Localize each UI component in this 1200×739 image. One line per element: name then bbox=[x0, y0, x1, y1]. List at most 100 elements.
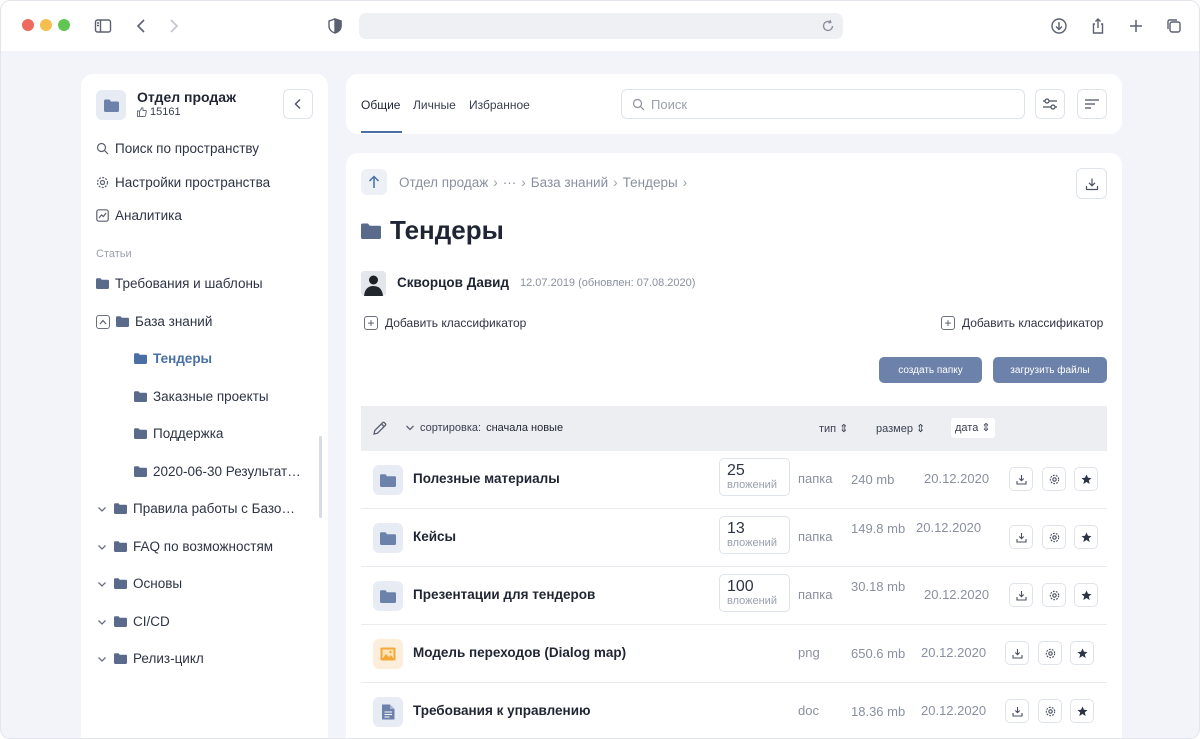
sidebar-scrollbar[interactable] bbox=[319, 436, 322, 518]
sort-menu-button[interactable] bbox=[1077, 89, 1107, 119]
row-favorite-button[interactable] bbox=[1070, 641, 1094, 665]
attachments-number: 13 bbox=[727, 520, 745, 537]
new-tab-icon[interactable] bbox=[1124, 14, 1148, 38]
create-folder-button[interactable]: создать папку bbox=[879, 357, 982, 383]
tab-personal[interactable]: Личные bbox=[413, 98, 456, 112]
search-input[interactable] bbox=[651, 95, 1011, 113]
attachments-label: вложений bbox=[727, 537, 777, 549]
zoom-window-button[interactable] bbox=[58, 19, 70, 31]
chevron-down-icon[interactable] bbox=[96, 541, 108, 553]
row-settings-button[interactable] bbox=[1042, 467, 1066, 491]
star-icon bbox=[1077, 648, 1087, 658]
author-name[interactable]: Скворцов Давид bbox=[397, 275, 509, 290]
nav-analytics[interactable]: Аналитика bbox=[96, 208, 182, 223]
breadcrumb-item[interactable]: Тендеры bbox=[623, 175, 678, 190]
row-name[interactable]: Кейсы bbox=[413, 529, 456, 544]
tab-general[interactable]: Общие bbox=[361, 98, 400, 112]
row-download-button[interactable] bbox=[1005, 641, 1029, 665]
download-folder-button[interactable] bbox=[1076, 168, 1107, 199]
tree-item-kb-rules[interactable]: Правила работы с Базой знаний bbox=[96, 501, 301, 516]
upload-files-button[interactable]: загрузить файлы bbox=[993, 357, 1107, 383]
tree-item-basics[interactable]: Основы bbox=[96, 576, 182, 591]
row-favorite-button[interactable] bbox=[1074, 525, 1098, 549]
sidebar-toggle-icon[interactable] bbox=[91, 14, 115, 38]
nav-search-space[interactable]: Поиск по пространству bbox=[96, 141, 259, 156]
up-level-button[interactable] bbox=[361, 169, 387, 195]
minimize-window-button[interactable] bbox=[40, 19, 52, 31]
tree-item-release-cycle[interactable]: Релиз-цикл bbox=[96, 651, 204, 666]
breadcrumb-item[interactable]: Отдел продаж bbox=[399, 175, 488, 190]
tree-item-label: База знаний bbox=[135, 314, 213, 329]
search-icon bbox=[96, 142, 109, 155]
tree-item-faq[interactable]: FAQ по возможностям bbox=[96, 539, 273, 554]
table-row[interactable]: Полезные материалы 25 вложений папка 240 … bbox=[361, 451, 1107, 509]
edit-pencil-icon[interactable] bbox=[371, 420, 388, 437]
breadcrumb: Отдел продаж › ··· › База знаний › Тендеры › bbox=[399, 175, 687, 190]
tree-item-custom-projects[interactable]: Заказные проекты bbox=[134, 389, 269, 404]
chevron-down-icon[interactable] bbox=[96, 653, 108, 665]
avatar[interactable] bbox=[361, 271, 386, 296]
row-download-button[interactable] bbox=[1009, 583, 1033, 607]
row-name[interactable]: Презентации для тендеров bbox=[413, 587, 595, 602]
table-row[interactable]: Кейсы 13 вложений папка 149.8 mb 20.12.20… bbox=[361, 509, 1107, 567]
breadcrumb-item[interactable]: ··· bbox=[503, 175, 517, 190]
table-row[interactable]: Модель переходов (Dialog map) png 650.6 … bbox=[361, 625, 1107, 683]
chevron-down-icon[interactable] bbox=[96, 616, 108, 628]
column-header-size[interactable]: размер ⇕ bbox=[876, 422, 925, 435]
chevron-down-icon[interactable] bbox=[96, 503, 108, 515]
chevron-up-icon[interactable] bbox=[96, 314, 110, 329]
row-settings-button[interactable] bbox=[1038, 699, 1062, 723]
row-settings-button[interactable] bbox=[1042, 525, 1066, 549]
share-icon[interactable] bbox=[1086, 14, 1110, 38]
close-window-button[interactable] bbox=[22, 19, 34, 31]
tree-item-label: Заказные проекты bbox=[153, 389, 269, 404]
add-classifier-left[interactable]: + Добавить классификатор bbox=[364, 316, 526, 330]
tree-item-tenders[interactable]: Тендеры bbox=[134, 351, 212, 366]
column-header-type[interactable]: тип ⇕ bbox=[819, 422, 848, 435]
chevron-down-icon[interactable] bbox=[96, 578, 108, 590]
back-icon[interactable] bbox=[130, 14, 154, 38]
tabs-overview-icon[interactable] bbox=[1162, 14, 1186, 38]
tree-item-knowledge-base[interactable]: База знаний bbox=[96, 314, 212, 329]
forward-icon[interactable] bbox=[161, 14, 185, 38]
tree-item-support[interactable]: Поддержка bbox=[134, 426, 223, 441]
search-icon bbox=[632, 98, 645, 111]
sort-selector[interactable]: сортировка: сначала новые bbox=[405, 422, 563, 434]
row-name[interactable]: Требования к управлению bbox=[413, 703, 591, 718]
row-download-button[interactable] bbox=[1005, 699, 1029, 723]
add-classifier-right[interactable]: + Добавить классификатор bbox=[941, 316, 1103, 330]
address-bar[interactable] bbox=[359, 13, 843, 39]
tree-item-label: Основы bbox=[133, 576, 183, 591]
filter-button[interactable] bbox=[1035, 89, 1065, 119]
tree-item-requirements[interactable]: Требования и шаблоны bbox=[96, 276, 263, 291]
search-box[interactable] bbox=[621, 89, 1025, 119]
add-classifier-label: Добавить классификатор bbox=[385, 316, 527, 330]
tree-item-analysis-results[interactable]: 2020-06-30 Результаты бизнес-анализа bbox=[134, 464, 308, 479]
row-download-button[interactable] bbox=[1009, 525, 1033, 549]
tree-item-cicd[interactable]: CI/CD bbox=[96, 614, 170, 629]
collapse-sidebar-button[interactable] bbox=[283, 89, 313, 119]
row-favorite-button[interactable] bbox=[1070, 699, 1094, 723]
shield-icon[interactable] bbox=[323, 14, 347, 38]
reload-icon[interactable] bbox=[819, 17, 837, 35]
row-favorite-button[interactable] bbox=[1074, 583, 1098, 607]
nav-space-settings[interactable]: Настройки пространства bbox=[96, 175, 270, 190]
page-title: Тендеры bbox=[361, 215, 504, 246]
tab-favorites[interactable]: Избранное bbox=[469, 98, 530, 112]
row-settings-button[interactable] bbox=[1042, 583, 1066, 607]
gear-icon bbox=[1049, 590, 1059, 600]
column-header-date[interactable]: дата ⇕ bbox=[951, 418, 995, 438]
table-row[interactable]: Требования к управлению doc 18.36 mb 20.… bbox=[361, 683, 1107, 738]
download-icon[interactable] bbox=[1047, 14, 1071, 38]
row-settings-button[interactable] bbox=[1038, 641, 1062, 665]
tree-item-label: Правила работы с Базой знаний bbox=[133, 501, 301, 516]
breadcrumb-item[interactable]: База знаний bbox=[531, 175, 608, 190]
table-row[interactable]: Презентации для тендеров 100 вложений пап… bbox=[361, 567, 1107, 625]
row-favorite-button[interactable] bbox=[1074, 467, 1098, 491]
sort-arrows-icon: ⇕ bbox=[839, 423, 849, 435]
row-name[interactable]: Полезные материалы bbox=[413, 471, 560, 486]
row-name[interactable]: Модель переходов (Dialog map) bbox=[413, 645, 626, 660]
row-download-button[interactable] bbox=[1009, 467, 1033, 491]
chevron-down-icon bbox=[406, 425, 414, 431]
add-classifier-label: Добавить классификатор bbox=[962, 316, 1104, 330]
